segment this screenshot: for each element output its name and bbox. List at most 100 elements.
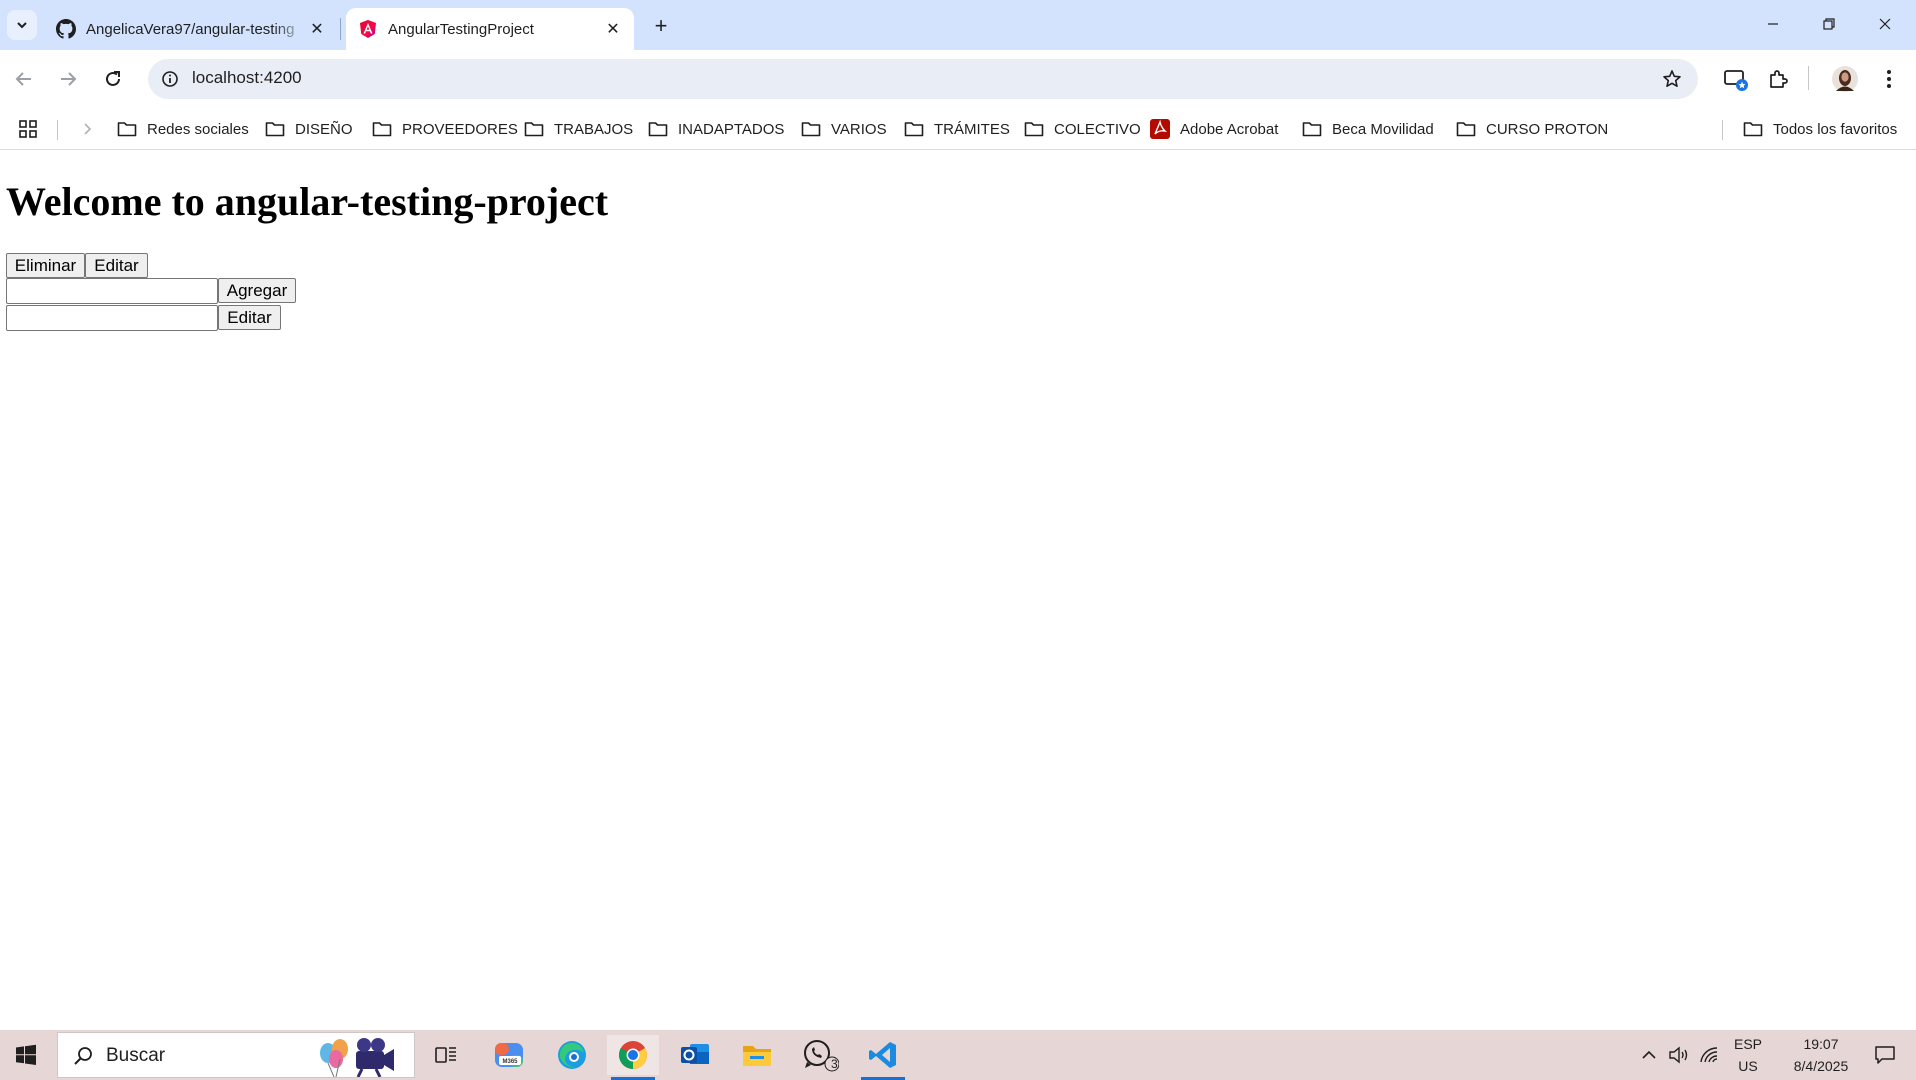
search-icon: [74, 1047, 92, 1065]
close-icon[interactable]: ✕: [306, 18, 328, 40]
bookmark-label: Todos los favoritos: [1773, 120, 1898, 138]
folder-icon: [524, 119, 544, 139]
tab-divider: [340, 18, 341, 40]
restore-button[interactable]: [1802, 6, 1856, 42]
delete-button[interactable]: Eliminar: [6, 253, 85, 278]
start-icon: [16, 1044, 36, 1065]
close-icon[interactable]: ✕: [602, 18, 624, 40]
folder-icon: [648, 119, 668, 139]
kebab-menu-icon: [1887, 70, 1891, 88]
cast-media-icon: [1724, 70, 1748, 91]
edit-submit-button[interactable]: Editar: [218, 305, 281, 330]
angular-icon: [358, 19, 378, 39]
chevron-down-icon: [17, 22, 27, 29]
folder-icon: [1743, 119, 1763, 139]
bookmark-folder-redes-sociales[interactable]: Redes sociales: [117, 116, 249, 142]
bookmark-folder-trabajos[interactable]: TRABAJOS: [524, 116, 633, 142]
forward-button[interactable]: [52, 63, 84, 95]
task-view-icon: [435, 1047, 456, 1063]
bookmark-label: PROVEEDORES: [402, 120, 518, 138]
bookmark-label: Beca Movilidad: [1332, 120, 1434, 138]
close-window-button[interactable]: [1858, 6, 1912, 42]
clock-time: 19:07: [1803, 1036, 1839, 1052]
bookmark-label: Redes sociales: [147, 120, 249, 138]
browser-menu-button[interactable]: [1873, 63, 1905, 95]
chevron-up-icon: [1642, 1050, 1656, 1059]
bookmark-folder-tramites[interactable]: TRÁMITES: [904, 116, 1010, 142]
site-info-icon[interactable]: [158, 67, 182, 91]
taskbar-app-m365[interactable]: M365: [484, 1035, 536, 1075]
bookmark-label: COLECTIVO: [1054, 120, 1141, 138]
edit-button[interactable]: Editar: [85, 253, 148, 278]
bookmark-folder-varios[interactable]: VARIOS: [801, 116, 887, 142]
bookmark-star-icon[interactable]: [1660, 67, 1684, 91]
add-button[interactable]: Agregar: [218, 278, 296, 303]
bookmark-folder-curso-proton[interactable]: CURSO PROTON: [1456, 116, 1608, 142]
all-bookmarks-folder[interactable]: Todos los favoritos: [1743, 116, 1897, 142]
edge-icon: [558, 1041, 586, 1069]
vscode-icon: [869, 1042, 896, 1068]
profile-avatar[interactable]: [1829, 63, 1861, 95]
back-button[interactable]: [8, 63, 40, 95]
notification-center-button[interactable]: [1860, 1030, 1910, 1080]
bookmark-folder-beca-movilidad[interactable]: Beca Movilidad: [1302, 116, 1434, 142]
bookmark-label: VARIOS: [831, 120, 887, 138]
task-view-button[interactable]: [420, 1035, 472, 1075]
bookmark-label: CURSO PROTON: [1486, 120, 1609, 138]
acrobat-icon: [1150, 119, 1170, 139]
browser-title-bar: AngelicaVera97/angular-testing ✕ Angular…: [0, 0, 1916, 50]
chrome-icon: [619, 1041, 647, 1069]
cast-button[interactable]: [1720, 63, 1752, 95]
taskbar-app-edge[interactable]: [546, 1035, 598, 1075]
chevron-right-icon: [82, 116, 92, 142]
browser-toolbar: localhost:4200: [0, 50, 1916, 108]
taskbar-app-outlook[interactable]: [669, 1035, 721, 1075]
tab-search-button[interactable]: [7, 10, 37, 40]
arrow-left-icon: [15, 72, 31, 86]
bookmark-folder-proveedores[interactable]: PROVEEDORES: [372, 116, 518, 142]
show-hidden-icons-button[interactable]: [1634, 1030, 1664, 1080]
volume-button[interactable]: [1664, 1030, 1694, 1080]
network-button[interactable]: [1694, 1030, 1724, 1080]
taskbar-app-whatsapp[interactable]: 3: [793, 1035, 845, 1075]
taskbar-app-chrome[interactable]: [607, 1035, 659, 1080]
bookmark-label: TRÁMITES: [934, 120, 1010, 138]
taskbar-app-vscode[interactable]: [857, 1035, 909, 1080]
address-bar[interactable]: localhost:4200: [148, 59, 1698, 99]
reload-icon: [106, 71, 120, 86]
bookmark-folder-inadaptados[interactable]: INADAPTADOS: [648, 116, 784, 142]
folder-icon: [1456, 119, 1476, 139]
toolbar-divider: [1808, 66, 1809, 90]
tab-github[interactable]: AngelicaVera97/angular-testing ✕: [44, 8, 338, 50]
add-item-input[interactable]: [6, 278, 218, 304]
apps-button[interactable]: [18, 116, 38, 142]
github-icon: [56, 19, 76, 39]
folder-icon: [904, 119, 924, 139]
search-highlight-icon: [320, 1038, 394, 1077]
bookmark-folder-diseno[interactable]: DISEÑO: [265, 116, 353, 142]
edit-item-input[interactable]: [6, 305, 218, 331]
tab-angular[interactable]: AngularTestingProject ✕: [346, 8, 634, 50]
extensions-button[interactable]: [1762, 63, 1794, 95]
minimize-button[interactable]: [1746, 6, 1800, 42]
arrow-right-icon: [61, 72, 77, 86]
bookmark-label: TRABAJOS: [554, 120, 634, 138]
folder-icon: [801, 119, 821, 139]
bookmark-adobe-acrobat[interactable]: Adobe Acrobat: [1150, 116, 1278, 142]
folder-icon: [372, 119, 392, 139]
taskbar-app-file-explorer[interactable]: [731, 1035, 783, 1075]
speaker-icon: [1669, 1046, 1688, 1064]
taskbar-search[interactable]: Buscar: [57, 1032, 415, 1078]
bookmarks-divider: [57, 120, 58, 140]
keyboard-layout: US: [1738, 1058, 1758, 1074]
clock[interactable]: 19:07 8/4/2025: [1774, 1030, 1868, 1080]
language-indicator[interactable]: ESP US: [1728, 1030, 1768, 1080]
start-button[interactable]: [0, 1035, 52, 1075]
new-tab-button[interactable]: +: [647, 12, 675, 40]
restore-icon: [1823, 18, 1835, 30]
reload-button[interactable]: [97, 63, 129, 95]
puzzle-icon: [1770, 70, 1788, 88]
bookmark-folder-colectivo[interactable]: COLECTIVO: [1024, 116, 1141, 142]
search-placeholder: Buscar: [106, 1045, 166, 1066]
folder-icon: [1024, 119, 1044, 139]
